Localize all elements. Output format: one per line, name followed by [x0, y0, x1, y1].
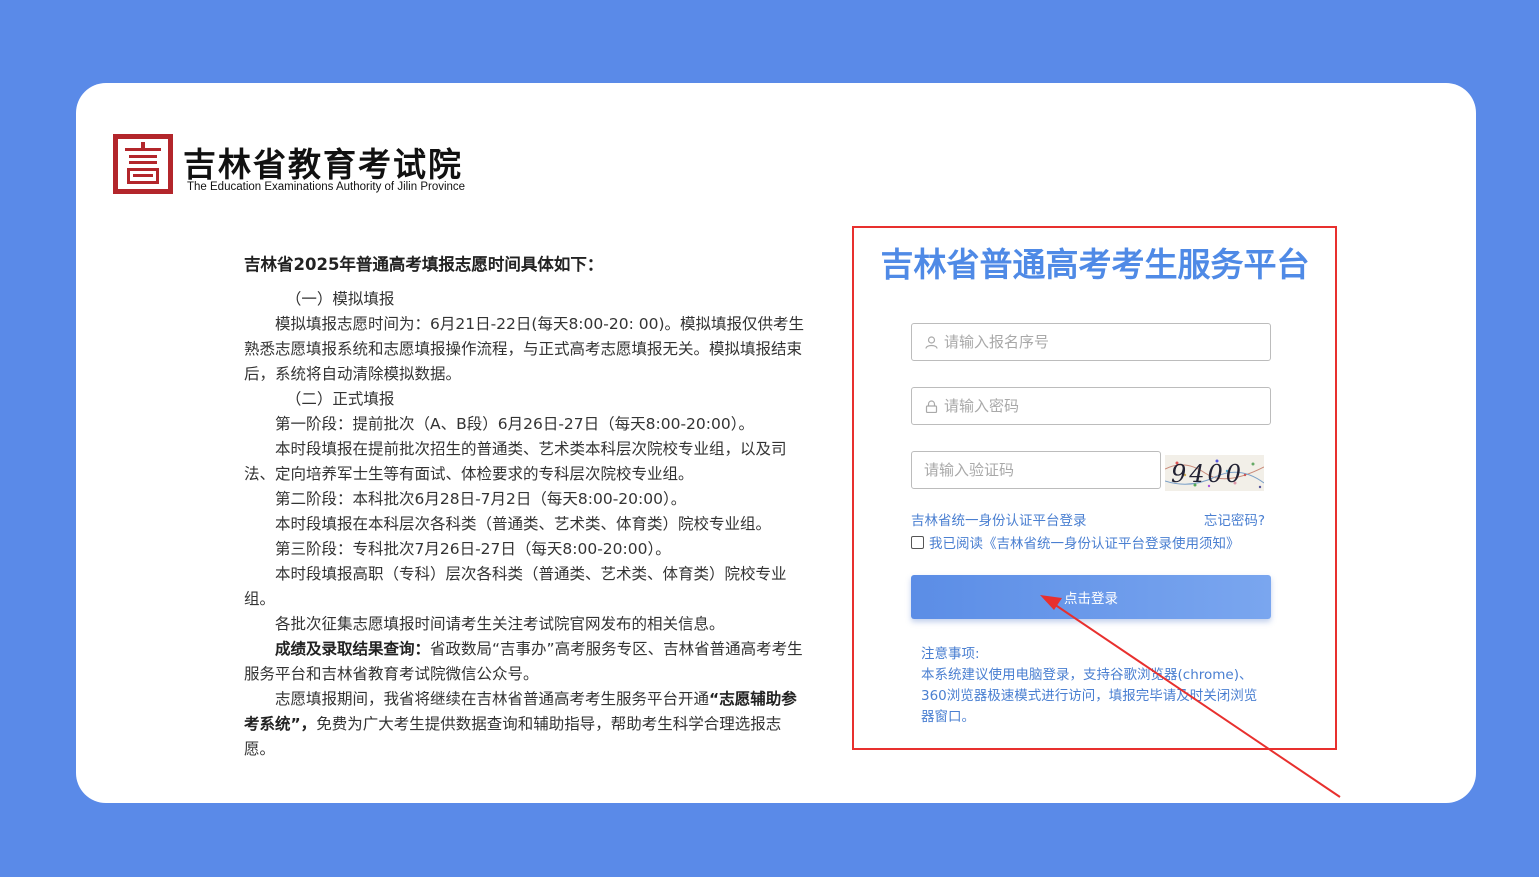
notice-panel: 吉林省2025年普通高考填报志愿时间具体如下： （一）模拟填报 模拟填报志愿时间…	[244, 252, 809, 762]
notice-paragraph: 第三阶段：专科批次7月26日-27日（每天8:00-20:00）。	[275, 540, 671, 558]
notes-title: 注意事项:	[921, 646, 980, 662]
agreement-row[interactable]: 我已阅读《吉林省统一身份认证平台登录使用须知》	[911, 532, 1240, 552]
lock-icon	[924, 399, 938, 413]
org-logo-icon	[113, 134, 173, 194]
notice-paragraph: 本时段填报高职（专科）层次各科类（普通类、艺术类、体育类）院校专业组。	[244, 565, 787, 608]
notes-body: 本系统建议使用电脑登录，支持谷歌浏览器(chrome)、360浏览器极速模式进行…	[921, 667, 1258, 725]
username-input[interactable]	[944, 333, 1270, 351]
password-input[interactable]	[944, 397, 1270, 415]
unified-login-link[interactable]: 吉林省统一身份认证平台登录	[911, 509, 1087, 529]
notice-paragraph: 第二阶段：本科批次6月28日-7月2日（每天8:00-20:00）。	[275, 490, 687, 508]
score-label: 成绩及录取结果查询：	[275, 640, 431, 658]
assist-post: 免费为广大考生提供数据查询和辅助指导，帮助考生科学合理选报志愿。	[244, 715, 782, 758]
notice-paragraph: 本时段填报在提前批次招生的普通类、艺术类本科层次院校专业组，以及司法、定向培养军…	[244, 440, 787, 483]
agreement-checkbox[interactable]	[911, 535, 924, 549]
section-heading: （二）正式填报	[285, 390, 395, 408]
notice-paragraph: 本时段填报在本科层次各科类（普通类、艺术类、体育类）院校专业组。	[275, 515, 772, 533]
org-name-cn: 吉林省教育考试院	[183, 145, 463, 184]
notes-panel: 注意事项: 本系统建议使用电脑登录，支持谷歌浏览器(chrome)、360浏览器…	[921, 644, 1266, 728]
notice-paragraph: 第一阶段：提前批次（A、B段）6月26日-27日（每天8:00-20:00）。	[275, 415, 754, 433]
notice-paragraph: 志愿填报期间，我省将继续在吉林省普通高考考生服务平台开通“志愿辅助参考系统”，免…	[244, 687, 809, 762]
assist-pre: 志愿填报期间，我省将继续在吉林省普通高考考生服务平台开通	[275, 690, 710, 708]
notice-paragraph: 模拟填报志愿时间为：6月21日-22日(每天8:00-20: 00)。模拟填报仅…	[244, 315, 804, 383]
login-button[interactable]: 点击登录	[911, 575, 1271, 619]
captcha-input[interactable]	[912, 461, 1160, 479]
notice-paragraph: 成绩及录取结果查询：省政数局“吉事办”高考服务专区、吉林省普通高考考生服务平台和…	[244, 637, 809, 687]
password-field[interactable]	[911, 387, 1271, 425]
captcha-text: 9400	[1171, 460, 1244, 488]
org-name-en: The Education Examinations Authority of …	[187, 181, 466, 193]
notice-title: 吉林省2025年普通高考填报志愿时间具体如下：	[244, 255, 604, 274]
agreement-text[interactable]: 我已阅读《吉林省统一身份认证平台登录使用须知》	[929, 532, 1240, 552]
notice-paragraph: 各批次征集志愿填报时间请考生关注考试院官网发布的相关信息。	[275, 615, 725, 633]
section-heading: （一）模拟填报	[285, 290, 395, 308]
captcha-field[interactable]	[911, 451, 1161, 489]
user-icon	[924, 335, 938, 349]
username-field[interactable]	[911, 323, 1271, 361]
forgot-password-link[interactable]: 忘记密码?	[1204, 509, 1265, 529]
captcha-image[interactable]: 9400	[1165, 455, 1264, 491]
platform-title: 吉林省普通高考考生服务平台	[880, 245, 1310, 284]
